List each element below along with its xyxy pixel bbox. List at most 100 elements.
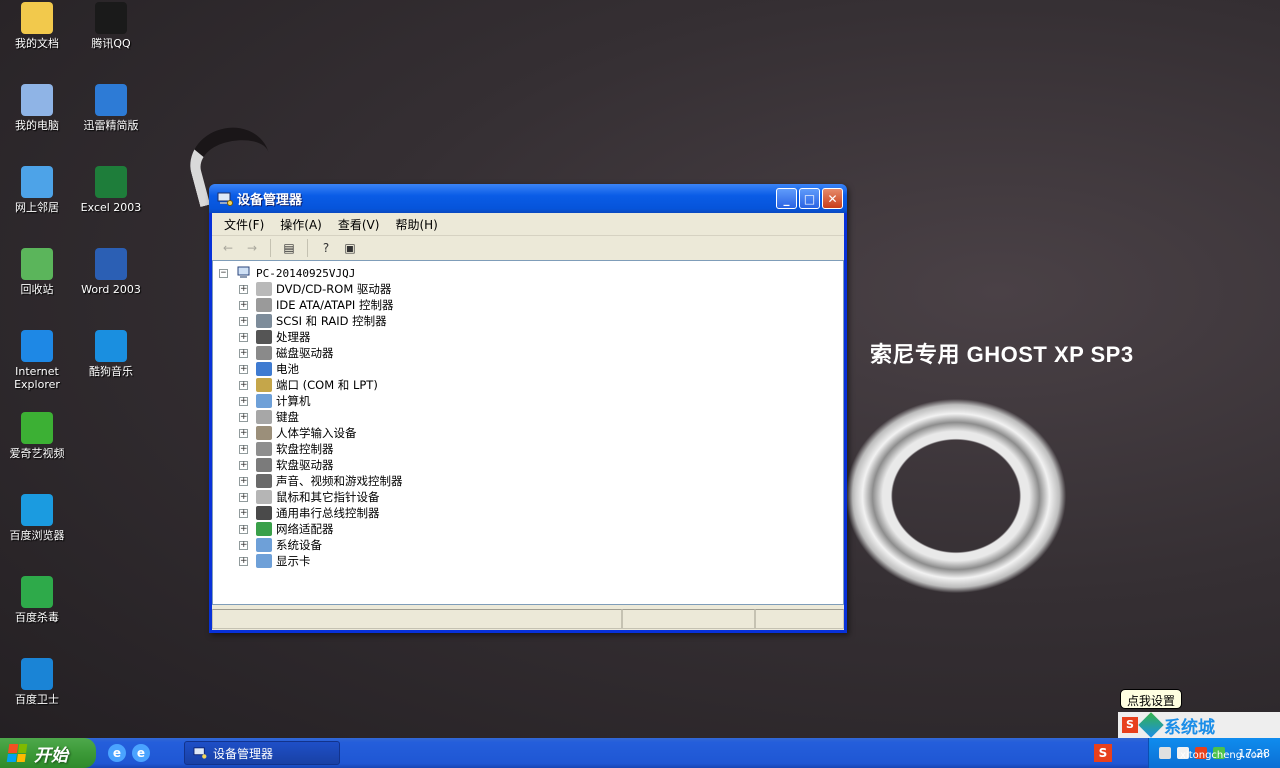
tree-item[interactable]: + 键盘 [239, 409, 843, 425]
tree-item-label: 端口 (COM 和 LPT) [276, 378, 378, 392]
floppy-controller-icon [256, 442, 272, 456]
status-panel [622, 609, 755, 629]
expand-icon[interactable]: + [239, 396, 248, 406]
tree-item[interactable]: + 磁盘驱动器 [239, 345, 843, 361]
expand-icon[interactable]: + [239, 428, 248, 438]
desktop-icon[interactable]: Internet Explorer [0, 330, 74, 391]
tree-item[interactable]: + 电池 [239, 361, 843, 377]
minimize-button[interactable]: _ [776, 188, 797, 209]
hid-icon [256, 426, 272, 440]
expand-icon[interactable]: + [239, 540, 248, 550]
expand-icon[interactable]: + [239, 476, 248, 486]
ie-quick-icon[interactable]: e [108, 744, 126, 762]
scsi-controller-icon [256, 314, 272, 328]
tree-item[interactable]: + 鼠标和其它指针设备 [239, 489, 843, 505]
forward-icon[interactable]: → [242, 239, 262, 257]
menu-action[interactable]: 操作(A) [272, 214, 330, 235]
tree-root[interactable]: − PC-20140925VJQJ [219, 265, 843, 281]
help-icon[interactable]: ? [316, 239, 336, 257]
desktop-icon[interactable]: 百度杀毒 [0, 576, 74, 624]
usb-icon [256, 506, 272, 520]
status-bar [212, 608, 844, 630]
desktop-icon[interactable]: 百度卫士 [0, 658, 74, 706]
desktop-icon-label: 迅雷精简版 [83, 119, 139, 132]
expand-icon[interactable]: + [239, 412, 248, 422]
desktop-icon-label: 百度浏览器 [9, 529, 65, 542]
toolbar-separator [270, 239, 271, 257]
desktop-icon[interactable]: 百度浏览器 [0, 494, 74, 542]
properties-icon[interactable]: ▤ [279, 239, 299, 257]
tree-item[interactable]: + IDE ATA/ATAPI 控制器 [239, 297, 843, 313]
tree-item[interactable]: + 计算机 [239, 393, 843, 409]
tray-icon[interactable] [1159, 747, 1171, 759]
tree-item[interactable]: + SCSI 和 RAID 控制器 [239, 313, 843, 329]
start-button[interactable]: 开始 [0, 738, 96, 768]
title-bar[interactable]: 设备管理器 _ □ ✕ [209, 184, 847, 213]
tray-balloon-tooltip[interactable]: 点我设置 [1120, 689, 1183, 709]
desktop-icon[interactable]: 迅雷精简版 [74, 84, 148, 132]
expand-icon[interactable]: + [239, 460, 248, 470]
processor-icon [256, 330, 272, 344]
tree-item[interactable]: + 软盘控制器 [239, 441, 843, 457]
expand-icon[interactable]: + [239, 380, 248, 390]
tree-item[interactable]: + 端口 (COM 和 LPT) [239, 377, 843, 393]
tree-item-label: 声音、视频和游戏控制器 [276, 474, 403, 488]
close-button[interactable]: ✕ [822, 188, 843, 209]
tree-item[interactable]: + 软盘驱动器 [239, 457, 843, 473]
expand-icon[interactable]: + [239, 508, 248, 518]
tree-item-label: 网络适配器 [276, 522, 334, 536]
expand-icon[interactable]: + [239, 332, 248, 342]
desktop-icon[interactable]: 网上邻居 [0, 166, 74, 214]
desktop-icon[interactable]: 回收站 [0, 248, 74, 296]
windows-flag-icon [6, 744, 28, 762]
menu-file[interactable]: 文件(F) [216, 214, 272, 235]
desktop-icon[interactable]: 爱奇艺视频 [0, 412, 74, 460]
view-icon[interactable]: ▣ [340, 239, 360, 257]
expand-icon[interactable]: + [239, 364, 248, 374]
desktop-icon[interactable]: 我的电脑 [0, 84, 74, 132]
expand-icon[interactable]: + [239, 316, 248, 326]
device-tree[interactable]: − PC-20140925VJQJ + DVD/CD-ROM 驱动器 + IDE AT… [212, 260, 844, 605]
desktop-icon-label: 百度卫士 [15, 693, 59, 706]
sound-icon [256, 474, 272, 488]
desktop-icon-label: 我的电脑 [15, 119, 59, 132]
tree-root-label: PC-20140925VJQJ [256, 266, 356, 280]
tree-item[interactable]: + 通用串行总线控制器 [239, 505, 843, 521]
expand-icon[interactable]: + [239, 492, 248, 502]
site-watermark: S 系统城 [1118, 712, 1280, 738]
device-manager-window[interactable]: 设备管理器 _ □ ✕ 文件(F) 操作(A) 查看(V) 帮助(H) ← → … [209, 184, 847, 633]
desktop-icon[interactable]: 酷狗音乐 [74, 330, 148, 378]
tree-item-label: 计算机 [276, 394, 311, 408]
expand-icon[interactable]: + [239, 300, 248, 310]
baidu-guard-icon [21, 658, 53, 690]
menu-help[interactable]: 帮助(H) [387, 214, 445, 235]
expand-icon[interactable]: + [239, 284, 248, 294]
maximize-button[interactable]: □ [799, 188, 820, 209]
collapse-icon[interactable]: − [219, 268, 228, 278]
toolbar: ← → ▤ ? ▣ [212, 236, 844, 261]
desktop-icon-label: 百度杀毒 [15, 611, 59, 624]
back-icon[interactable]: ← [218, 239, 238, 257]
tree-item[interactable]: + 网络适配器 [239, 521, 843, 537]
device-manager-icon [193, 747, 207, 759]
tree-item[interactable]: + 声音、视频和游戏控制器 [239, 473, 843, 489]
desktop-icon-label: Excel 2003 [80, 201, 142, 214]
expand-icon[interactable]: + [239, 348, 248, 358]
tree-item[interactable]: + 显示卡 [239, 553, 843, 569]
tree-item[interactable]: + 系统设备 [239, 537, 843, 553]
expand-icon[interactable]: + [239, 524, 248, 534]
tree-item[interactable]: + DVD/CD-ROM 驱动器 [239, 281, 843, 297]
desktop-icon[interactable]: 腾讯QQ [74, 2, 148, 50]
expand-icon[interactable]: + [239, 556, 248, 566]
browser-quick-icon[interactable]: e [132, 744, 150, 762]
tree-item[interactable]: + 人体学输入设备 [239, 425, 843, 441]
desktop-icon[interactable]: Excel 2003 [74, 166, 148, 214]
desktop-icon-label: 酷狗音乐 [89, 365, 133, 378]
tree-item[interactable]: + 处理器 [239, 329, 843, 345]
desktop-icon[interactable]: 我的文档 [0, 2, 74, 50]
expand-icon[interactable]: + [239, 444, 248, 454]
taskbar-item-device-manager[interactable]: 设备管理器 [184, 741, 340, 765]
desktop-icon[interactable]: Word 2003 [74, 248, 148, 296]
sogou-input-icon[interactable]: S [1094, 744, 1112, 762]
menu-view[interactable]: 查看(V) [330, 214, 388, 235]
